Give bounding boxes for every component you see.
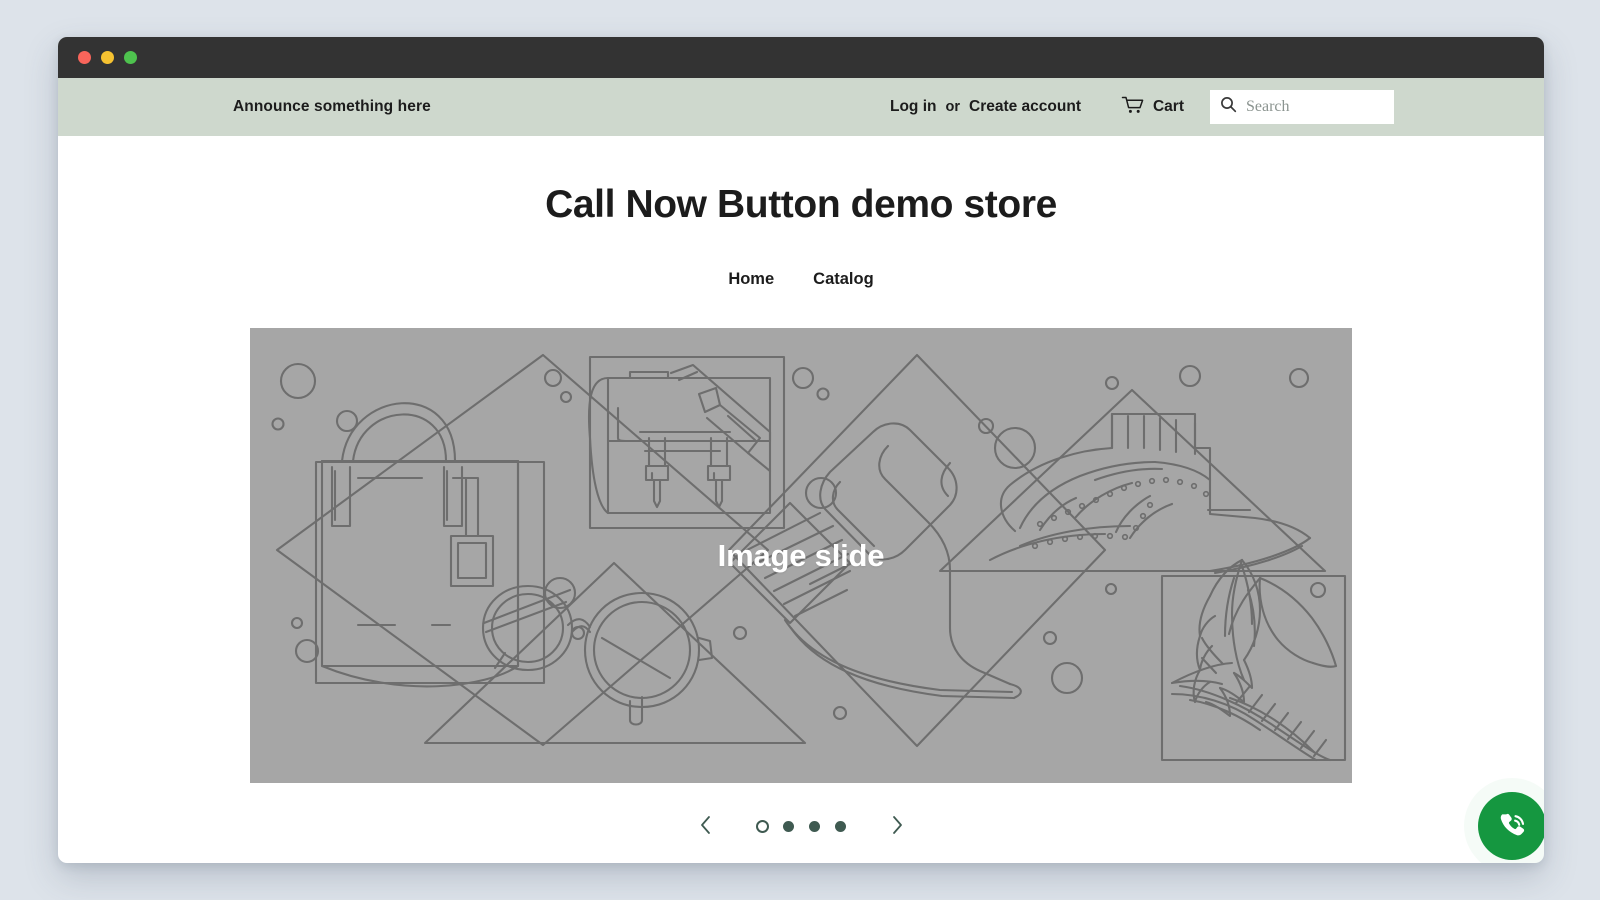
chevron-right-icon: [891, 815, 904, 838]
chevron-left-icon: [699, 815, 712, 838]
carousel-controls: [58, 783, 1544, 843]
minimize-window-button[interactable]: [101, 51, 114, 64]
cart-label: Cart: [1152, 98, 1184, 115]
nav-item-catalog[interactable]: Catalog: [813, 270, 874, 289]
close-window-button[interactable]: [78, 51, 91, 64]
zoom-window-button[interactable]: [124, 51, 137, 64]
browser-window: Announce something here Log in or Create…: [58, 37, 1544, 863]
window-titlebar: [58, 37, 1544, 78]
hero-slide[interactable]: Image slide: [250, 328, 1352, 783]
shopping-cart-icon: [1121, 95, 1145, 120]
create-account-link[interactable]: Create account: [969, 98, 1081, 116]
carousel-dot-4[interactable]: [827, 813, 853, 839]
carousel-prev-button[interactable]: [688, 809, 722, 843]
store-header: Call Now Button demo store Home Catalog: [58, 136, 1544, 289]
screen: Announce something here Log in or Create…: [0, 0, 1600, 900]
search-icon: [1220, 96, 1237, 118]
or-separator: or: [945, 99, 961, 115]
announcement-text: Announce something here: [233, 98, 431, 115]
slideshow-section: Image slide: [58, 289, 1544, 783]
nav-item-home[interactable]: Home: [728, 270, 774, 289]
hero-caption: Image slide: [717, 537, 885, 573]
page-title: Call Now Button demo store: [545, 183, 1057, 226]
login-link[interactable]: Log in: [890, 98, 937, 116]
carousel-dot-3[interactable]: [801, 813, 827, 839]
main-navigation: Home Catalog: [58, 227, 1544, 289]
phone-call-icon: [1494, 807, 1530, 846]
header-utility-links: Log in or Create account Cart: [890, 90, 1394, 124]
carousel-dots: [749, 813, 853, 839]
carousel-dot-1[interactable]: [749, 813, 775, 839]
cart-link[interactable]: Cart: [1121, 95, 1184, 120]
search-box[interactable]: [1210, 90, 1394, 124]
call-now-button[interactable]: [1478, 792, 1544, 860]
announcement-bar: Announce something here Log in or Create…: [58, 78, 1544, 136]
carousel-next-button[interactable]: [880, 809, 914, 843]
carousel-dot-2[interactable]: [775, 813, 801, 839]
search-input[interactable]: [1246, 98, 1384, 116]
